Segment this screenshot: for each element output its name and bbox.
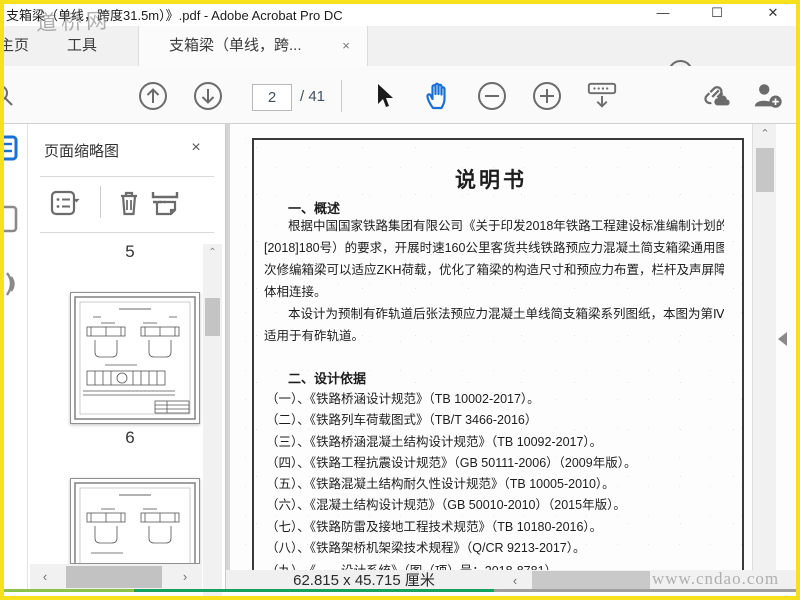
reference-item: （五）、《铁路混凝土结构耐久性设计规范》（TB 10005-2010）。 [266,477,615,492]
section-heading: 二、设计依据 [288,371,367,386]
reference-item: （四）、《铁路工程抗震设计规范》（GB 50111-2006）（2009年版）。 [266,455,637,470]
page-total-label: / 41 [300,88,326,105]
maximize-button[interactable]: ☐ [700,2,734,24]
toolbar-divider [341,80,342,112]
scroll-right-icon[interactable]: › [172,568,198,586]
scrollbar-thumb[interactable] [205,298,220,336]
collapse-pane-handle[interactable] [778,332,787,346]
tools-pane-strip [776,124,800,592]
delete-pages-icon[interactable] [112,186,146,220]
scroll-up-icon[interactable]: ⌃ [753,124,777,144]
title-bar: 支箱梁（单线，跨度31.5m）》.pdf - Adobe Acrobat Pro… [0,0,800,26]
hand-tool-icon[interactable] [422,80,454,112]
thumbnail-page-number: 6 [125,428,135,447]
panel-divider [40,232,214,233]
thumbnail-vertical-scrollbar[interactable]: ⌃ ⌄ [203,244,222,600]
minimize-button[interactable]: — [646,2,680,24]
page-thumbnail[interactable] [70,478,200,564]
text-line: 次修编箱梁可以适应ZKH荷载，优化了箱梁的构造尺寸和预应力布置，栏杆及声屏障通过… [264,263,724,277]
paragraph: 本设计为预制有砟轨道后张法预应力混凝土单线简支箱梁系列图纸，本图为第Ⅳ册，计算跨… [264,303,724,347]
attachments-pane-icon[interactable] [0,269,19,299]
reference-item: （七）、《铁路防雷及接地工程技术规范》（TB 10180-2016）。 [266,519,603,534]
reference-item: （六）、《混凝土结构设计规范》（GB 50010-2010）（2015年版）。 [266,498,626,513]
thumbnail-horizontal-scrollbar[interactable]: ‹ › [30,564,202,590]
next-page-icon[interactable] [192,80,224,112]
document-view: 说明书 一、概述 根据中国国家铁路集团有限公司《关于印发2018年铁路工程建设标… [226,124,752,592]
document-title: 说明书 [455,169,527,192]
scrollbar-thumb[interactable] [756,148,774,192]
page-thumbnails-panel: 页面缩略图 × 5 6 ⌃ ‹ › [28,124,226,600]
tab-document[interactable]: 支箱梁（单线，跨... × [138,26,368,66]
close-button[interactable]: ✕ [756,2,790,24]
bottom-edge-line [4,589,796,592]
document-vertical-scrollbar[interactable]: ⌃ ⌄ [752,124,776,592]
panel-tool-divider [100,186,101,218]
tab-close-icon[interactable]: × [337,37,355,55]
watermark-cndao: www.cndao.com [652,569,780,588]
text-line: 本设计为预制有砟轨道后张法预应力混凝土单线简支箱梁系列图纸，本图为第Ⅳ册，计算跨… [288,307,724,321]
text-line: 体相连接。 [264,285,327,299]
select-tool-icon[interactable] [368,80,400,112]
previous-page-icon[interactable] [137,80,169,112]
search-icon[interactable] [0,80,18,112]
panel-divider [40,176,214,177]
zoom-in-icon[interactable] [531,80,563,112]
add-user-icon[interactable] [752,80,784,112]
bookmarks-pane-icon[interactable] [0,204,19,234]
scroll-left-icon[interactable]: ‹ [32,568,58,586]
reference-item: （三）、《铁路桥涵混凝土结构设计规范》（TB 10092-2017）。 [266,434,603,449]
watermark-daoqiao: 道桥网 [35,9,112,36]
page-thumbnail-drawing [74,482,196,563]
page-number-input[interactable] [252,84,292,111]
text-line: 适用于有砟轨道。 [264,329,365,343]
share-link-icon[interactable] [700,80,732,112]
thumbnail-options-icon[interactable] [50,186,84,220]
scrollbar-thumb[interactable] [532,571,650,591]
text-line: [2018]180号）的要求，开展时速160公里客货共线铁路预应力混凝土简支箱梁… [264,241,724,255]
scroll-up-icon[interactable]: ⌃ [203,244,222,261]
page-thumbnail-drawing [74,296,196,420]
navigation-pane-strip [0,124,28,592]
scrollbar-thumb[interactable] [66,566,162,588]
pdf-page[interactable]: 说明书 一、概述 根据中国国家铁路集团有限公司《关于印发2018年铁路工程建设标… [230,124,752,592]
tab-document-label: 支箱梁（单线，跨... [169,37,302,54]
fit-width-icon[interactable] [586,80,618,112]
extract-pages-icon[interactable] [148,186,182,220]
text-line: 根据中国国家铁路集团有限公司《关于印发2018年铁路工程建设标准编制计划的通知》… [288,219,724,233]
main-toolbar: / 41 [0,66,800,191]
page-thumbnail[interactable] [70,292,200,424]
thumbnail-page-number: 5 [125,242,135,261]
page-thumbnails-pane-icon[interactable] [0,134,19,162]
reference-list: （一）、《铁路桥涵设计规范》（TB 10002-2017）。 （二）、《铁路列车荷… [266,389,736,559]
paragraph: 根据中国国家铁路集团有限公司《关于印发2018年铁路工程建设标准编制计划的通知》… [264,215,724,303]
reference-item: （八）、《铁路架桥机架梁技术规程》（Q/CR 9213-2017）。 [266,541,586,556]
tab-bar: 主页 工具 支箱梁（单线，跨... × ? 登录 [0,26,800,86]
reference-item: （二）、《铁路列车荷载图式》（TB/T 3466-2016） [266,413,538,428]
panel-close-icon[interactable]: × [186,138,206,158]
panel-title: 页面缩略图 [44,143,120,160]
zoom-out-icon[interactable] [476,80,508,112]
reference-item: （一）、《铁路桥涵设计规范》（TB 10002-2017）。 [266,392,540,406]
